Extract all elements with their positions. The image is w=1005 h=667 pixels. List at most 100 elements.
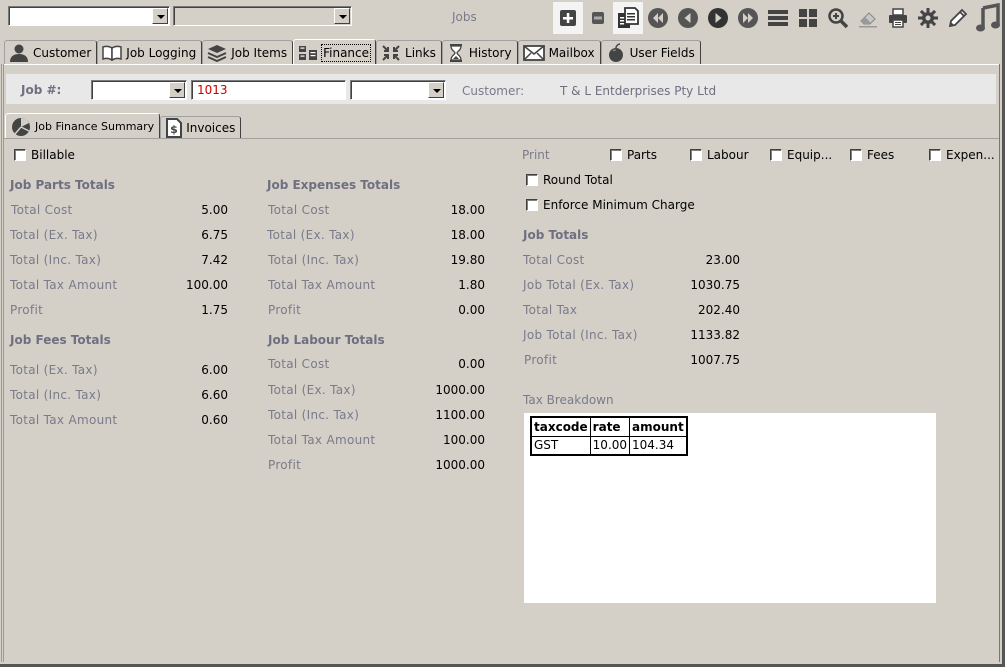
previous-icon — [678, 8, 698, 28]
job-number-input[interactable]: 1013 — [191, 80, 346, 100]
parts-row-value: 100.00 — [186, 278, 228, 292]
chevron-down-icon[interactable] — [152, 8, 168, 24]
table-row: GST 10.00 104.34 — [530, 435, 688, 456]
filter-combo-2[interactable] — [173, 6, 352, 26]
tab-job-finance-summary[interactable]: Job Finance Summary — [5, 113, 161, 139]
fees-totals-title: Job Fees Totals — [10, 333, 111, 347]
checkbox-box[interactable] — [526, 199, 538, 211]
labour-row-label: Total Cost — [268, 357, 330, 371]
job-totals-row-label: Profit — [524, 353, 558, 367]
checkbox-box[interactable] — [770, 149, 782, 161]
checkbox-box[interactable] — [610, 149, 622, 161]
parts-row-label: Total (Ex. Tax) — [10, 228, 98, 242]
job-totals-row-label: Job Total (Inc. Tax) — [523, 328, 638, 342]
tax-breakdown-table: taxcode rate amount GST 10.00 104.34 — [530, 416, 688, 456]
sound-button[interactable] — [973, 2, 1003, 34]
taxcode-cell: GST — [530, 435, 591, 456]
amount-cell: 104.34 — [629, 435, 688, 456]
edit-button[interactable] — [943, 2, 973, 34]
remove-button[interactable] — [583, 2, 613, 34]
chevron-down-icon[interactable] — [428, 82, 444, 98]
checkbox-box[interactable] — [850, 149, 862, 161]
parts-row-label: Total Cost — [11, 203, 73, 217]
parts-row-value: 1.75 — [201, 303, 228, 317]
window-border — [3, 64, 4, 662]
next-icon — [708, 8, 728, 28]
user-fields-icon — [608, 43, 623, 62]
copy-button[interactable] — [613, 2, 643, 34]
print-fees-checkbox[interactable]: Fees — [850, 148, 894, 162]
next-record-button[interactable] — [703, 2, 733, 34]
zoom-icon — [828, 8, 849, 29]
tab-mailbox[interactable]: Mailbox — [517, 40, 601, 65]
labour-row-label: Profit — [268, 458, 302, 472]
labour-row-label: Total Tax Amount — [268, 433, 376, 447]
jobs-window: Jobs Customer Job Logging Job Items Fina… — [0, 0, 1005, 667]
parts-row-value: 7.42 — [201, 253, 228, 267]
fees-row-value: 6.60 — [201, 388, 228, 402]
tab-finance[interactable]: Finance — [293, 39, 377, 65]
copy-icon — [618, 7, 639, 28]
add-button[interactable] — [553, 2, 583, 34]
job-totals-row-label: Job Total (Ex. Tax) — [523, 278, 635, 292]
expenses-totals-title: Job Expenses Totals — [267, 178, 401, 192]
job-prefix-combo[interactable] — [91, 80, 187, 100]
print-equipment-checkbox[interactable]: Equip... — [770, 148, 832, 162]
tab-job-logging[interactable]: Job Logging — [97, 40, 203, 65]
print-labour-checkbox[interactable]: Labour — [690, 148, 749, 162]
book-icon — [102, 45, 123, 61]
expenses-row-value: 18.00 — [450, 228, 485, 242]
search-button[interactable] — [823, 2, 853, 34]
print-expenses-checkbox[interactable]: Expen... — [929, 148, 995, 162]
round-total-checkbox[interactable]: Round Total — [526, 173, 613, 187]
hourglass-icon — [449, 44, 462, 62]
fees-row-label: Total (Inc. Tax) — [10, 388, 102, 402]
tab-invoices[interactable]: $ Invoices — [160, 116, 242, 139]
pie-chart-icon — [12, 117, 30, 136]
print-button[interactable] — [883, 2, 913, 34]
rate-cell: 10.00 — [589, 435, 631, 456]
chevron-down-icon[interactable] — [169, 82, 185, 98]
mail-icon — [522, 45, 545, 61]
checkbox-box[interactable] — [929, 149, 941, 161]
customer-label: Customer: — [462, 84, 525, 98]
grid-view-button[interactable] — [793, 2, 823, 34]
fees-row-value: 0.60 — [201, 413, 228, 427]
tab-label: Job Finance Summary — [35, 120, 155, 133]
print-parts-checkbox[interactable]: Parts — [610, 148, 657, 162]
checkbox-box[interactable] — [526, 174, 538, 186]
job-suffix-combo[interactable] — [350, 80, 446, 100]
chevron-down-icon[interactable] — [334, 8, 350, 24]
tab-job-items[interactable]: Job Items — [202, 40, 294, 65]
expenses-row-value: 19.80 — [450, 253, 485, 267]
parts-row-value: 5.00 — [201, 203, 228, 217]
billable-checkbox[interactable]: Billable — [14, 148, 75, 162]
list-view-button[interactable] — [763, 2, 793, 34]
enforce-minimum-charge-checkbox[interactable]: Enforce Minimum Charge — [526, 198, 695, 212]
tab-user-fields[interactable]: User Fields — [600, 40, 701, 65]
main-tabbar: Customer Job Logging Job Items Finance L… — [4, 39, 701, 65]
print-label: Print — [522, 148, 550, 162]
checkbox-box[interactable] — [690, 149, 702, 161]
previous-record-button[interactable] — [673, 2, 703, 34]
remove-icon — [592, 12, 604, 24]
settings-button[interactable] — [913, 2, 943, 34]
checkbox-box[interactable] — [14, 149, 26, 161]
tab-label: Customer — [33, 46, 92, 60]
job-totals-row-label: Total Tax — [523, 303, 578, 317]
tab-label: Finance — [321, 43, 372, 62]
parts-row-label: Total (Inc. Tax) — [10, 253, 102, 267]
last-record-button[interactable] — [733, 2, 763, 34]
expenses-row-label: Profit — [268, 303, 302, 317]
expenses-row-label: Total Tax Amount — [268, 278, 376, 292]
add-icon — [560, 10, 576, 26]
tab-links[interactable]: Links — [376, 40, 442, 65]
tab-history[interactable]: History — [441, 40, 518, 65]
first-record-button[interactable] — [643, 2, 673, 34]
expenses-row-label: Total (Inc. Tax) — [268, 253, 360, 267]
app-title: Jobs — [452, 10, 477, 24]
clear-button[interactable] — [853, 2, 883, 34]
last-icon — [738, 8, 758, 28]
filter-combo-1[interactable] — [8, 6, 170, 26]
tab-customer[interactable]: Customer — [4, 40, 98, 65]
